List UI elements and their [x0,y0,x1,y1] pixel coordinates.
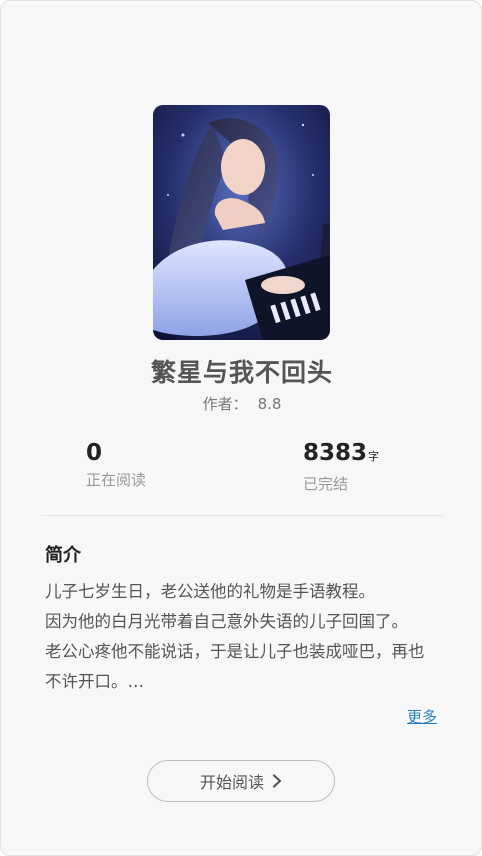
start-reading-button[interactable]: 开始阅读 [147,760,335,802]
word-count-line: 8383字 [303,439,379,471]
book-title: 繁星与我不回头 [150,358,333,387]
book-cover-image[interactable] [153,105,330,340]
intro-heading: 简介 [45,545,81,566]
word-count-stat: 8383字 已完结 [303,439,379,494]
word-unit: 字 [368,450,380,463]
intro-line: 老公心疼他不能说话，于是让儿子也装成哑巴，再也不许开口。… [45,642,425,691]
intro-text: 儿子七岁生日，老公送他的礼物是手语教程。 因为他的白月光带着自己意外失语的儿子回… [45,577,430,697]
status-label: 已完结 [303,475,349,493]
intro-line: 儿子七岁生日，老公送他的礼物是手语教程。 [45,582,375,601]
author-label: 作者： [202,395,248,413]
reading-count: 0 [86,440,103,466]
chevron-right-icon [272,774,282,788]
word-count: 8383 [303,440,368,466]
author-line: 作者： 8.8 [1,393,481,414]
book-detail-page: 繁星与我不回头 作者： 8.8 0 正在阅读 8383字 已完结 简介 儿子七岁生… [0,0,482,856]
start-reading-label: 开始阅读 [199,773,264,792]
cover-illustration [153,105,330,340]
divider [41,515,443,516]
reading-label: 正在阅读 [86,471,147,489]
book-score: 8.8 [257,395,282,413]
more-link[interactable]: 更多 [407,706,437,727]
reading-stat: 0 正在阅读 [86,439,146,490]
intro-line: 因为他的白月光带着自己意外失语的儿子回国了。 [45,612,408,631]
